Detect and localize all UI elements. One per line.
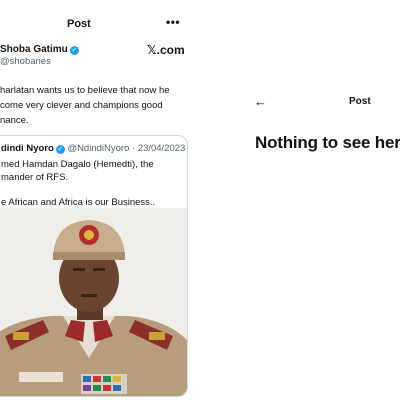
portrait-illustration	[0, 208, 187, 396]
quoted-post-card[interactable]: dindi Nyoro ✓ @NdindiNyoro · 23/04/2023 m…	[0, 135, 188, 397]
tweet-line: nance.	[0, 115, 29, 126]
empty-state-title: Nothing to see here	[255, 133, 400, 152]
author-handle[interactable]: @shobanes	[0, 56, 51, 67]
x-logo: 𝕏.com	[147, 43, 185, 57]
verified-badge-icon: ✓	[69, 46, 79, 55]
header-title: Post	[349, 96, 371, 107]
quoted-text: med Hamdan Dagalo (Hemedti), the mander …	[1, 158, 181, 209]
back-arrow-icon[interactable]: ←	[254, 94, 267, 109]
tweet-line: come very clever and champions good	[0, 100, 163, 111]
quoted-line: med Hamdan Dagalo (Hemedti), the	[1, 159, 154, 170]
left-post-panel: Post ••• Shoba Gatimu ✓ @shobanes 𝕏.com h…	[0, 0, 200, 400]
portrait-photo-icon[interactable]	[0, 208, 187, 396]
quoted-line: mander of RFS.	[1, 172, 69, 183]
more-options-icon[interactable]: •••	[166, 15, 180, 29]
right-post-panel: ← Post Nothing to see here	[232, 0, 400, 400]
quoted-author[interactable]: dindi Nyoro ✓ @NdindiNyoro · 23/04/2023	[1, 143, 185, 154]
header-title: Post	[67, 18, 91, 30]
verified-badge-icon: ✓	[55, 145, 65, 154]
quoted-author-name[interactable]: dindi Nyoro	[1, 143, 54, 154]
author-name-label[interactable]: Shoba Gatimu	[0, 44, 68, 55]
tweet-text: harlatan wants us to believe that now he…	[0, 83, 195, 128]
quoted-author-meta: @NdindiNyoro · 23/04/2023	[67, 143, 186, 154]
tweet-line: harlatan wants us to believe that now he	[0, 85, 170, 96]
author-name[interactable]: Shoba Gatimu ✓	[0, 44, 79, 55]
